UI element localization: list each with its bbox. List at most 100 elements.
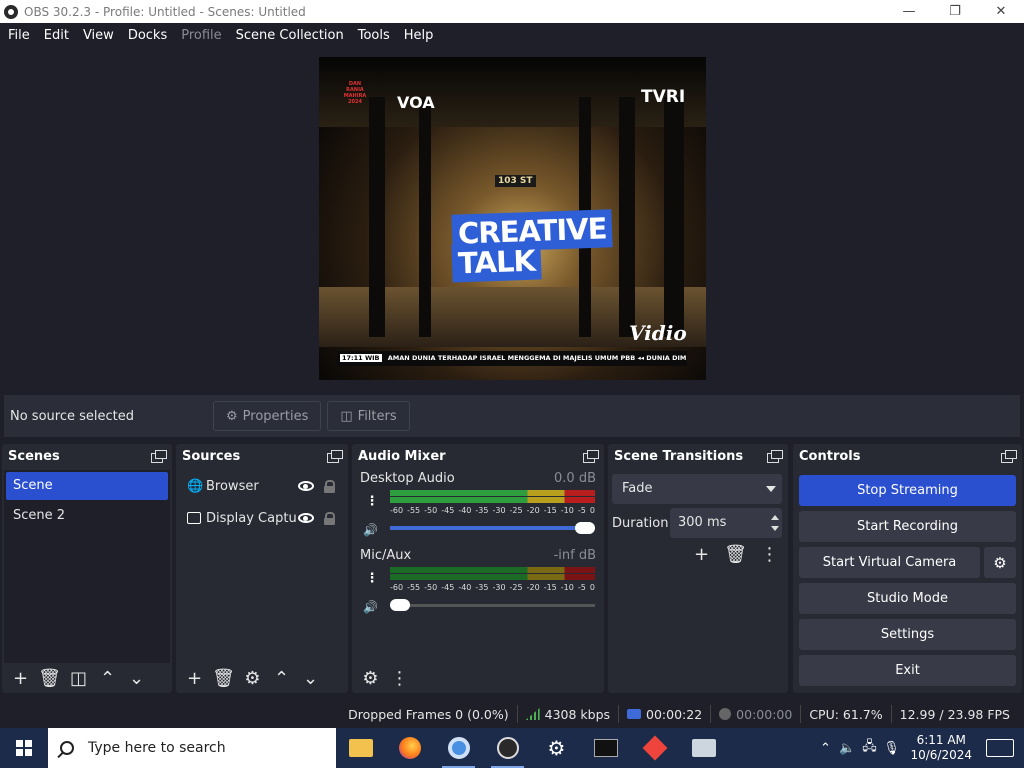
add-transition-button[interactable]: + [687,541,716,567]
duration-label: Duration [612,516,669,531]
lock-icon[interactable] [324,511,335,525]
lock-icon[interactable] [324,479,335,493]
mixer-menu-button[interactable]: ⋮ [385,665,414,691]
undock-icon[interactable] [583,450,599,463]
move-source-down-button[interactable]: ⌄ [296,665,325,691]
menu-profile[interactable]: Profile [175,28,227,43]
add-scene-button[interactable]: + [6,665,35,691]
network-icon[interactable]: 🖧 [858,737,880,759]
preview-canvas[interactable]: DAN RANIA MAHIRA 2024 VOA TVRI 103 ST CR… [319,57,706,380]
channel-menu-icon[interactable]: ⋮ [364,569,380,589]
volume-icon[interactable]: 🔈 [836,741,858,756]
menu-view[interactable]: View [77,28,120,43]
obs-studio-icon[interactable] [483,728,532,768]
add-source-button[interactable]: + [180,665,209,691]
properties-button[interactable]: ⚙ Properties [213,401,322,431]
cpu-usage: CPU: 61.7% [809,706,883,722]
remove-source-button[interactable]: 🗑 [209,665,238,691]
scene-item-scene[interactable]: Scene [6,472,168,500]
volume-slider-desktop[interactable] [390,521,595,535]
notification-center-icon[interactable] [986,739,1014,757]
network-signal-icon [525,708,540,720]
transition-select[interactable]: Fade [612,474,782,504]
advanced-audio-settings-button[interactable]: ⚙ [356,665,385,691]
preview-area[interactable]: DAN RANIA MAHIRA 2024 VOA TVRI 103 ST CR… [0,47,1024,390]
undock-icon[interactable] [767,450,783,463]
move-scene-down-button[interactable]: ⌄ [122,665,151,691]
move-scene-up-button[interactable]: ⌃ [93,665,122,691]
file-explorer-icon[interactable] [336,728,385,768]
taskbar-search[interactable]: Type here to search [48,728,336,768]
bitrate: 4308 kbps [544,706,611,722]
status-bar: Dropped Frames 0 (0.0%) 4308 kbps 00:00:… [0,700,1024,728]
menu-tools[interactable]: Tools [352,28,396,43]
menu-help[interactable]: Help [398,28,440,43]
restore-button[interactable]: ❐ [932,0,978,23]
channel-desktop-audio: Desktop Audio 0.0 dB ⋮ -60 -55 -50 -45 -40 -3… [354,468,602,545]
tvri-logo: TVRI [641,87,686,107]
visibility-eye-icon[interactable] [298,481,314,491]
streaming-icon [627,709,642,719]
speaker-icon[interactable]: 🔊 [363,600,381,614]
undock-icon[interactable] [151,450,167,463]
channel-name: Mic/Aux [360,548,412,563]
speaker-icon[interactable]: 🔊 [363,523,381,537]
mixer-channels: Desktop Audio 0.0 dB ⋮ -60 -55 -50 -45 -40 -3… [354,468,602,661]
remove-scene-button[interactable]: 🗑 [35,665,64,691]
settings-button[interactable]: Settings [799,619,1016,650]
stop-streaming-button[interactable]: Stop Streaming [799,475,1016,506]
menu-scene-collection[interactable]: Scene Collection [230,28,350,43]
studio-mode-button[interactable]: Studio Mode [799,583,1016,614]
firefox-icon[interactable] [385,728,434,768]
spin-up-icon[interactable] [771,515,779,520]
undock-icon[interactable] [327,450,343,463]
scene-transitions-dock: Scene Transitions Fade Duration 300 ms +… [608,444,788,693]
settings-gear-icon[interactable]: ⚙ [532,728,581,768]
scene-item-scene-2[interactable]: Scene 2 [6,502,168,530]
filter-icon: ◫ [340,408,353,424]
taskbar-clock[interactable]: 6:11 AM 10/6/2024 [910,733,972,763]
minimize-button[interactable]: — [886,0,932,23]
start-button[interactable] [0,728,48,768]
chrome-icon[interactable] [434,728,483,768]
window-title: OBS 30.2.3 - Profile: Untitled - Scenes:… [24,4,306,19]
volume-slider-mic[interactable] [390,598,595,612]
scene-filters-button[interactable]: ◫ [64,665,93,691]
menu-edit[interactable]: Edit [38,28,75,43]
source-properties-button[interactable]: ⚙ [238,665,267,691]
start-recording-button[interactable]: Start Recording [799,511,1016,542]
exit-button[interactable]: Exit [799,655,1016,686]
anydesk-icon[interactable] [630,728,679,768]
source-item-browser[interactable]: 🌐 Browser [178,470,346,502]
close-button[interactable]: ✕ [978,0,1024,23]
globe-icon: 🌐 [187,479,204,494]
microphone-icon[interactable]: 🎙 [880,741,902,756]
undock-icon[interactable] [1001,450,1017,463]
recording-icon [719,708,732,720]
move-source-up-button[interactable]: ⌃ [267,665,296,691]
virtual-camera-settings-gear-icon[interactable]: ⚙ [984,547,1016,578]
menu-docks[interactable]: Docks [122,28,173,43]
monitor-icon [187,512,201,524]
audio-level-meter: -60 -55 -50 -45 -40 -35 -30 -25 -20 -15 -10 -5 0 [390,567,595,592]
visibility-eye-icon[interactable] [298,513,314,523]
sources-dock: Sources 🌐 Browser Display Captu + 🗑 ⚙ ⌃ … [176,444,348,693]
menu-file[interactable]: File [2,28,36,43]
meter-scale: -60 -55 -50 -45 -40 -35 -30 -25 -20 -15 -10 -5 0 [390,583,595,592]
filters-button[interactable]: ◫ Filters [327,401,410,431]
scenes-list: Scene Scene 2 [4,470,170,663]
audio-mixer-title: Audio Mixer [358,448,446,464]
transition-menu-button[interactable]: ⋮ [755,541,784,567]
terminal-icon[interactable] [581,728,630,768]
channel-mic-aux: Mic/Aux -inf dB ⋮ -60 -55 -50 -45 -40 -35 -30-… [354,545,602,622]
controls-title: Controls [799,448,861,464]
record-time: 00:00:00 [736,706,793,722]
spin-down-icon[interactable] [771,526,779,531]
channel-menu-icon[interactable]: ⋮ [364,492,380,512]
start-virtual-camera-button[interactable]: Start Virtual Camera [799,547,980,578]
duration-input[interactable]: 300 ms [670,508,782,538]
network-app-icon[interactable] [679,728,728,768]
remove-transition-button[interactable]: 🗑 [721,541,750,567]
chevron-up-icon[interactable]: ⌃ [814,741,836,756]
source-item-display-capture[interactable]: Display Captu [178,502,346,534]
